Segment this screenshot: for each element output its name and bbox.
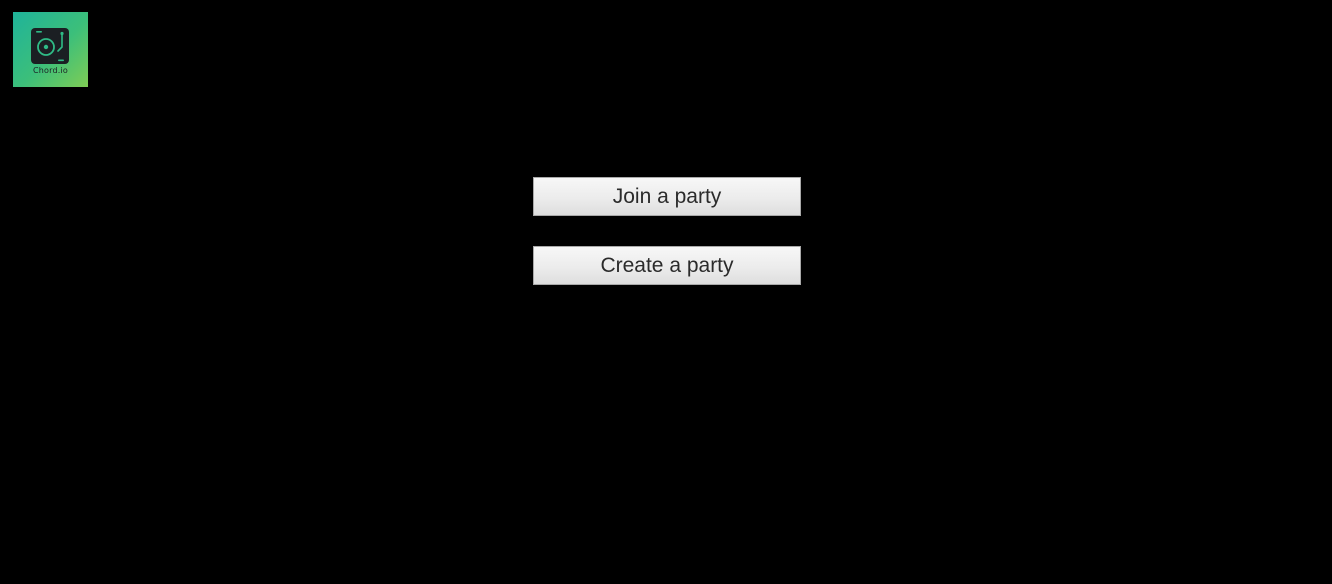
logo-text: Chord.io	[32, 66, 69, 75]
turntable-icon	[31, 28, 69, 64]
app-logo: Chord.io	[13, 12, 88, 87]
create-party-button[interactable]: Create a party	[533, 246, 801, 285]
home-page: Chord.io Join a party Create a party	[0, 0, 1332, 584]
join-party-button[interactable]: Join a party	[533, 177, 801, 216]
